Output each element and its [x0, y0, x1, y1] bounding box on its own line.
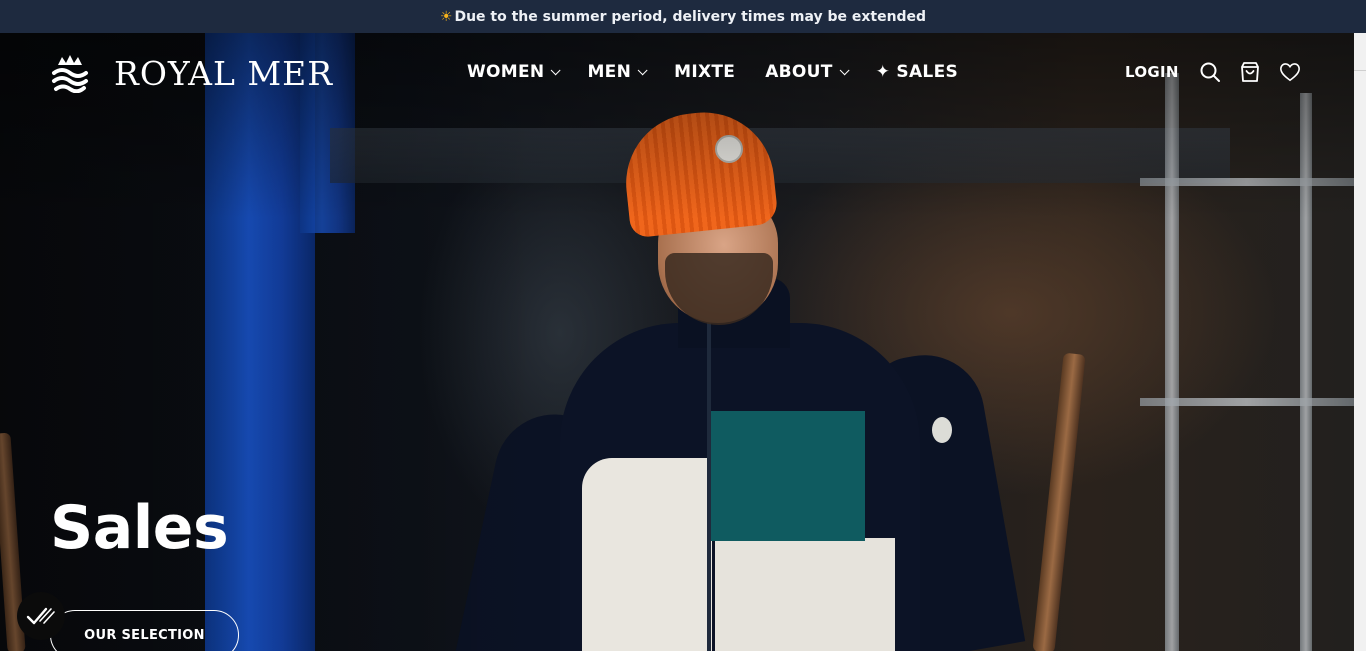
- chevron-down-icon: [637, 64, 648, 75]
- cart-icon[interactable]: [1239, 61, 1261, 83]
- hero-title: Sales: [50, 493, 229, 563]
- announcement-text: Due to the summer period, delivery times…: [454, 8, 927, 25]
- chevron-down-icon: [839, 64, 850, 75]
- login-link[interactable]: LOGIN: [1125, 63, 1179, 81]
- announcement-bar: ☀ Due to the summer period, delivery tim…: [0, 0, 1366, 33]
- nav-item-mixte[interactable]: MIXTE: [674, 62, 735, 82]
- nav-item-label: WOMEN: [467, 62, 545, 82]
- nav-item-label: ABOUT: [765, 62, 833, 82]
- nav-item-label: ✦ SALES: [875, 62, 959, 82]
- nav-item-label: MIXTE: [674, 62, 736, 82]
- site-header: ROYAL MER WOMEN MEN MIXTE ABOUT ✦ SALES …: [0, 33, 1354, 113]
- verified-check-icon[interactable]: [17, 592, 65, 640]
- logo-text: ROYAL MER: [114, 53, 334, 93]
- nav-item-about[interactable]: ABOUT: [765, 62, 850, 82]
- main-nav: WOMEN MEN MIXTE ABOUT ✦ SALES: [467, 62, 988, 82]
- crown-wave-icon: [52, 55, 88, 93]
- nav-item-men[interactable]: MEN: [587, 62, 648, 82]
- heart-icon[interactable]: [1279, 61, 1301, 83]
- our-selection-button[interactable]: OUR SELECTION: [50, 610, 239, 651]
- logo[interactable]: ROYAL MER: [50, 53, 333, 93]
- nav-item-women[interactable]: WOMEN: [467, 62, 562, 82]
- search-icon[interactable]: [1199, 61, 1221, 83]
- page-scrollbar[interactable]: [1354, 33, 1366, 651]
- header-actions: LOGIN: [1125, 61, 1319, 83]
- chevron-down-icon: [551, 64, 562, 75]
- sun-icon: ☀: [439, 8, 453, 25]
- nav-item-sales[interactable]: ✦ SALES: [876, 62, 958, 82]
- nav-item-label: MEN: [587, 62, 632, 82]
